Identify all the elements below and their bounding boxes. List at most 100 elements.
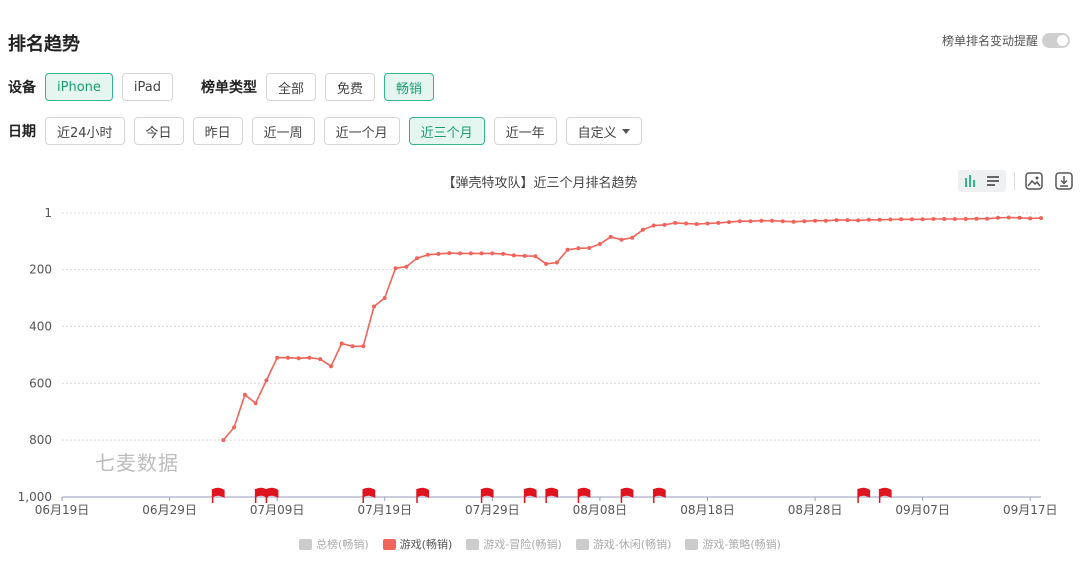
data-point[interactable] — [942, 217, 947, 221]
flag-icon[interactable] — [652, 487, 666, 503]
flag-icon[interactable] — [523, 487, 537, 503]
data-point[interactable] — [931, 217, 936, 221]
data-point[interactable] — [748, 219, 753, 224]
data-point[interactable] — [361, 344, 366, 349]
y-tick-label: 200 — [29, 263, 52, 277]
data-point[interactable] — [899, 217, 904, 222]
flag-icon[interactable] — [211, 487, 225, 503]
data-point[interactable] — [554, 260, 559, 265]
data-point[interactable] — [329, 364, 333, 369]
data-point[interactable] — [436, 251, 441, 256]
x-tick-label: 06月19日 — [35, 503, 90, 517]
legend-item[interactable]: 游戏-休闲(畅销) — [575, 536, 671, 552]
legend-swatch — [466, 538, 480, 550]
flag-icon[interactable] — [362, 487, 376, 503]
data-point[interactable] — [770, 218, 774, 223]
data-point[interactable] — [1039, 216, 1043, 221]
data-point[interactable] — [974, 216, 979, 221]
flag-icon[interactable] — [416, 487, 430, 503]
flag-icon[interactable] — [577, 487, 591, 503]
data-point[interactable] — [630, 235, 635, 240]
data-point[interactable] — [759, 218, 764, 223]
data-point[interactable] — [415, 256, 419, 261]
data-point[interactable] — [1006, 215, 1011, 220]
data-point[interactable] — [952, 217, 957, 221]
data-point[interactable] — [372, 304, 376, 309]
data-point[interactable] — [468, 251, 473, 256]
data-point[interactable] — [522, 253, 527, 258]
data-point[interactable] — [1028, 216, 1033, 221]
data-point[interactable] — [684, 221, 688, 226]
data-point[interactable] — [490, 251, 495, 256]
flag-icon[interactable] — [480, 487, 494, 503]
data-point[interactable] — [694, 222, 699, 227]
data-point[interactable] — [909, 217, 914, 222]
data-point[interactable] — [705, 221, 710, 226]
data-point[interactable] — [662, 222, 667, 227]
data-point[interactable] — [587, 246, 592, 250]
data-point[interactable] — [285, 355, 290, 360]
data-point[interactable] — [813, 218, 818, 223]
data-point[interactable] — [479, 251, 484, 256]
data-point[interactable] — [307, 355, 312, 360]
data-point[interactable] — [1017, 215, 1022, 220]
data-point[interactable] — [727, 220, 731, 225]
legend-item[interactable]: 总榜(畅销) — [299, 536, 369, 552]
data-point[interactable] — [544, 261, 549, 266]
data-point[interactable] — [404, 264, 409, 269]
data-point[interactable] — [350, 344, 355, 349]
x-tick-label: 07月29日 — [465, 503, 520, 517]
data-point[interactable] — [716, 220, 721, 225]
data-point[interactable] — [511, 253, 516, 258]
legend-swatch — [299, 538, 313, 550]
data-point[interactable] — [425, 252, 430, 257]
data-point[interactable] — [673, 220, 678, 225]
legend-item[interactable]: 游戏-冒险(畅销) — [466, 536, 562, 552]
flag-icon[interactable] — [857, 487, 871, 503]
data-point[interactable] — [264, 378, 269, 383]
legend-item[interactable]: 游戏-策略(畅销) — [685, 536, 781, 552]
data-point[interactable] — [996, 215, 1000, 220]
data-point[interactable] — [608, 234, 613, 239]
data-point[interactable] — [866, 217, 871, 222]
data-point[interactable] — [576, 246, 581, 251]
data-point[interactable] — [533, 254, 538, 259]
data-point[interactable] — [651, 223, 656, 228]
data-point[interactable] — [221, 438, 226, 443]
data-point[interactable] — [845, 218, 850, 223]
data-point[interactable] — [565, 247, 570, 252]
legend-item[interactable]: 游戏(畅销) — [382, 536, 452, 552]
data-point[interactable] — [296, 356, 301, 361]
data-point[interactable] — [963, 217, 968, 221]
data-point[interactable] — [447, 251, 452, 256]
data-point[interactable] — [232, 425, 237, 430]
data-point[interactable] — [640, 227, 645, 232]
flag-icon[interactable] — [545, 487, 559, 503]
data-point[interactable] — [275, 355, 280, 360]
flag-icon[interactable] — [265, 487, 279, 503]
data-point[interactable] — [737, 219, 742, 224]
data-point[interactable] — [242, 392, 247, 397]
flag-icon[interactable] — [878, 487, 892, 503]
data-point[interactable] — [985, 216, 990, 221]
data-point[interactable] — [791, 219, 796, 224]
data-point[interactable] — [780, 219, 785, 224]
data-point[interactable] — [501, 251, 506, 256]
y-tick-label: 600 — [29, 376, 52, 390]
data-point[interactable] — [823, 218, 828, 223]
data-point[interactable] — [339, 341, 344, 346]
data-point[interactable] — [877, 217, 882, 222]
data-point[interactable] — [597, 242, 602, 246]
data-point[interactable] — [253, 401, 258, 406]
data-point[interactable] — [318, 357, 323, 362]
data-point[interactable] — [888, 217, 893, 222]
data-point[interactable] — [382, 296, 387, 300]
data-point[interactable] — [920, 217, 925, 222]
data-point[interactable] — [834, 218, 839, 223]
data-point[interactable] — [393, 266, 398, 271]
data-point[interactable] — [619, 237, 624, 242]
data-point[interactable] — [458, 251, 463, 256]
flag-icon[interactable] — [620, 487, 634, 503]
data-point[interactable] — [802, 219, 807, 224]
data-point[interactable] — [856, 218, 861, 223]
